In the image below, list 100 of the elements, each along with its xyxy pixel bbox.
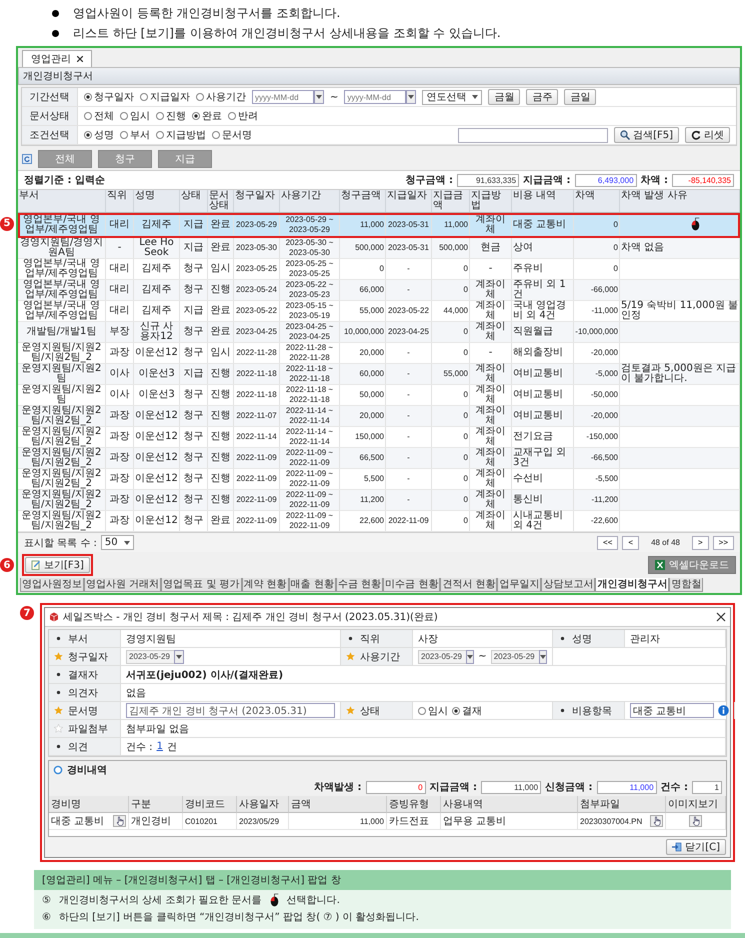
- radio-button[interactable]: [156, 112, 164, 120]
- radio-button[interactable]: [228, 112, 236, 120]
- tab[interactable]: 견적서 현황: [440, 578, 498, 592]
- table-cell: 계좌이체: [470, 280, 512, 300]
- text-field[interactable]: 김제주 개인 경비 청구서 (2023.05.31): [126, 703, 335, 718]
- search-field[interactable]: [458, 128, 608, 142]
- sort-label: 정렬기준 : 입력순: [24, 174, 105, 187]
- refresh-icon[interactable]: [22, 154, 32, 164]
- table-cell: 2023-05-31: [386, 215, 432, 235]
- next-page-button[interactable]: >: [692, 536, 709, 550]
- radio-button[interactable]: [212, 131, 220, 139]
- table-cell: 운영지원팀/지원2팀/지원2팀_2: [18, 427, 106, 447]
- table-cell: 현금: [470, 238, 512, 258]
- table-cell: 2022-11-14 ~ 2022-11-14: [280, 427, 340, 447]
- radio-button[interactable]: [84, 93, 92, 101]
- previous-page-button[interactable]: <: [622, 536, 640, 550]
- table-cell: 운영지원팀/지원2팀/지원2팀_2: [18, 343, 106, 363]
- filter-label: 기간선택: [22, 88, 78, 106]
- table-cell: 이운선12: [134, 469, 180, 489]
- menu-tab[interactable]: 영업관리: [22, 50, 92, 67]
- radio-button[interactable]: [192, 112, 200, 120]
- table-cell: 계좌이체: [470, 215, 512, 235]
- date-field[interactable]: yyyy-MM-dd: [344, 90, 406, 104]
- table-cell: 5/19 숙박비 11,000원 불인정: [620, 301, 740, 321]
- tab[interactable]: 상담보고서: [541, 578, 596, 592]
- bullet-icon: [52, 10, 59, 17]
- tab[interactable]: 영업목표 및 평가: [161, 578, 242, 592]
- radio-button[interactable]: [120, 131, 128, 139]
- radio-label: 임시: [428, 704, 448, 718]
- tab[interactable]: 영업사원 거래처: [84, 578, 162, 592]
- table-cell: 이운선12: [134, 490, 180, 510]
- last-page-button[interactable]: >>: [712, 536, 734, 550]
- tab[interactable]: 개인경비청구서: [595, 578, 670, 592]
- table-cell: 500,000: [340, 238, 386, 258]
- table-cell: 청구: [180, 385, 208, 405]
- total-field: -85,140,335: [672, 174, 734, 186]
- table-cell: -: [386, 364, 432, 384]
- text-field[interactable]: 대중 교통비: [630, 703, 714, 718]
- table-cell: 청구: [180, 259, 208, 279]
- table-cell: 청구: [180, 490, 208, 510]
- total-field: 0: [366, 780, 426, 794]
- table-cell: -5,500: [574, 469, 620, 489]
- table-cell: -66,500: [574, 448, 620, 468]
- radio-button[interactable]: [84, 112, 92, 120]
- tab[interactable]: 계약 현황: [242, 578, 289, 592]
- first-page-button[interactable]: <<: [597, 536, 618, 550]
- tab[interactable]: 영업사원정보: [20, 578, 84, 592]
- search-button[interactable]: 검색[F5]: [614, 127, 679, 143]
- table-cell: 청구: [180, 406, 208, 426]
- column-header: 이미지보기: [666, 796, 726, 813]
- table-cell: 영업본부/국내 영업부/제주영업팀: [18, 280, 106, 300]
- table-cell: 완료: [208, 322, 234, 342]
- search-icon: [620, 130, 630, 140]
- field-label: 청구일자: [68, 650, 108, 664]
- exit-icon: [672, 842, 682, 852]
- count-link[interactable]: 1: [156, 741, 163, 752]
- table-cell: 영업본부/국내 영업부/제주영업팀: [18, 215, 106, 235]
- total-label: 지급금액 :: [430, 781, 478, 794]
- dropdown-button[interactable]: [314, 90, 324, 104]
- field-label: 직위: [360, 632, 380, 646]
- date-field[interactable]: yyyy-MM-dd: [252, 90, 314, 104]
- select-button[interactable]: [113, 815, 126, 827]
- field-label: 성명: [572, 632, 592, 646]
- image-view-button[interactable]: [689, 815, 702, 827]
- tab[interactable]: 수금 현황: [336, 578, 384, 592]
- dropdown-button[interactable]: [406, 90, 416, 104]
- table-cell: 0: [432, 448, 470, 468]
- period-button[interactable]: 금일: [564, 89, 596, 105]
- table-cell: 진행: [208, 448, 234, 468]
- reset-button[interactable]: 리셋: [685, 127, 730, 143]
- caret-icon: [176, 654, 182, 658]
- table-cell: -150,000: [574, 427, 620, 447]
- select-button[interactable]: [650, 815, 663, 827]
- table-cell: 개인경비: [129, 813, 183, 830]
- radio-button[interactable]: [196, 93, 204, 101]
- page-size-select[interactable]: 50: [100, 535, 134, 550]
- radio-button[interactable]: [84, 131, 92, 139]
- tab[interactable]: 매출 현황: [288, 578, 336, 592]
- view-button[interactable]: 보기[F3]: [25, 557, 90, 573]
- period-button[interactable]: 금주: [526, 89, 558, 105]
- table-cell: 통신비: [512, 490, 574, 510]
- year-select[interactable]: 연도선택: [422, 90, 482, 104]
- radio-button[interactable]: [418, 706, 426, 714]
- tab[interactable]: 업무일지: [497, 578, 542, 592]
- period-button[interactable]: 금월: [488, 89, 520, 105]
- close-icon[interactable]: [716, 612, 726, 622]
- tab[interactable]: 명함철: [669, 578, 704, 592]
- field-value: 건: [166, 740, 177, 754]
- table-cell: 2022-11-09: [234, 469, 280, 489]
- radio-button[interactable]: [156, 131, 164, 139]
- radio-button[interactable]: [452, 706, 460, 714]
- radio-button[interactable]: [140, 93, 148, 101]
- table-cell: 2022-11-09 ~ 2022-11-09: [280, 469, 340, 489]
- radio-button[interactable]: [120, 112, 128, 120]
- table-cell: -10,000,000: [574, 322, 620, 342]
- close-icon[interactable]: [77, 56, 83, 62]
- tab[interactable]: 미수금 현황: [383, 578, 440, 592]
- table-cell: 진행: [208, 364, 234, 384]
- close-button[interactable]: 닫기[C]: [666, 839, 726, 855]
- total-label: 건수 :: [660, 781, 688, 794]
